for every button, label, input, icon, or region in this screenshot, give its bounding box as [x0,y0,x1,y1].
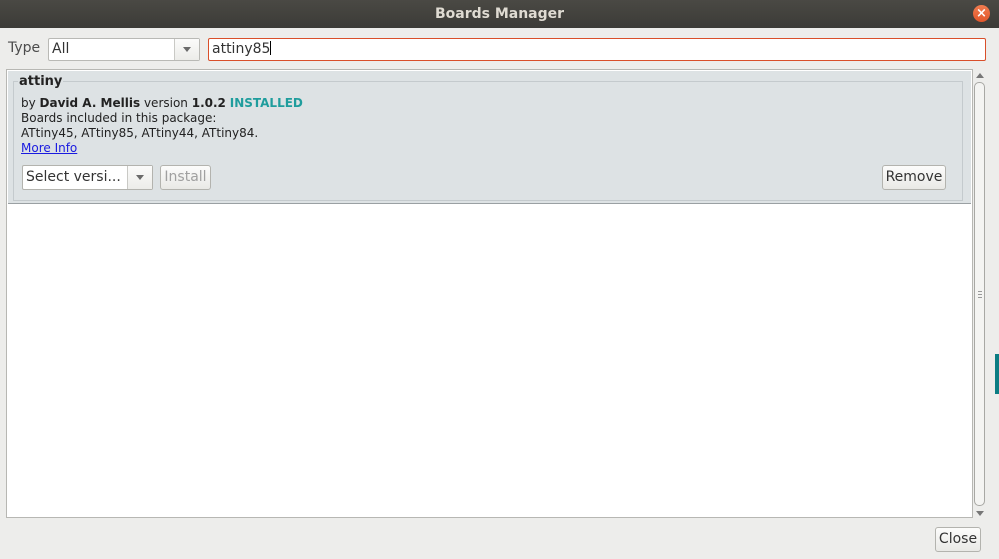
search-input-value: attiny85 [212,41,271,57]
grip-line [978,297,982,298]
type-label: Type [8,40,41,56]
search-input[interactable]: attiny85 [208,38,986,61]
version-dropdown-value: Select versi... [26,169,121,185]
scroll-up-arrow-icon[interactable] [976,73,984,78]
text-cursor [270,41,272,55]
scrollbar-thumb[interactable] [974,82,985,506]
background-window-edge [995,354,999,394]
close-icon: × [976,6,987,21]
entry-version: 1.0.2 [191,96,226,110]
scroll-down-arrow-icon[interactable] [976,511,984,516]
boards-heading: Boards included in this package: [21,111,217,125]
more-info-link[interactable]: More Info [21,141,77,155]
chevron-down-icon [136,175,144,180]
remove-button[interactable]: Remove [882,165,946,190]
board-entry-attiny[interactable]: attiny by David A. Mellis version 1.0.2 … [8,71,971,204]
window-title: Boards Manager [434,6,565,22]
entry-author: David A. Mellis [39,96,141,110]
version-prefix: version [143,96,188,110]
window-titlebar: Boards Manager × [0,0,999,28]
boards-list: attiny by David A. Mellis version 1.0.2 … [6,69,973,518]
type-dropdown[interactable]: All [48,38,200,61]
boards-list-text: ATtiny45, ATtiny85, ATtiny44, ATtiny84. [21,126,259,140]
type-dropdown-toggle[interactable] [174,39,199,60]
version-dropdown[interactable]: Select versi... [22,165,153,190]
installed-badge: INSTALLED [229,96,303,110]
window-close-button[interactable]: × [973,5,990,22]
vertical-scrollbar[interactable] [973,70,987,518]
type-dropdown-value: All [52,41,70,57]
entry-meta: by David A. Mellis version 1.0.2 INSTALL… [21,96,303,110]
install-button[interactable]: Install [160,165,211,190]
chevron-down-icon [183,47,191,52]
by-prefix: by [21,96,36,110]
entry-title: attiny [18,74,64,89]
close-button[interactable]: Close [935,527,981,552]
grip-line [978,291,982,292]
version-dropdown-toggle[interactable] [127,166,152,189]
grip-line [978,294,982,295]
